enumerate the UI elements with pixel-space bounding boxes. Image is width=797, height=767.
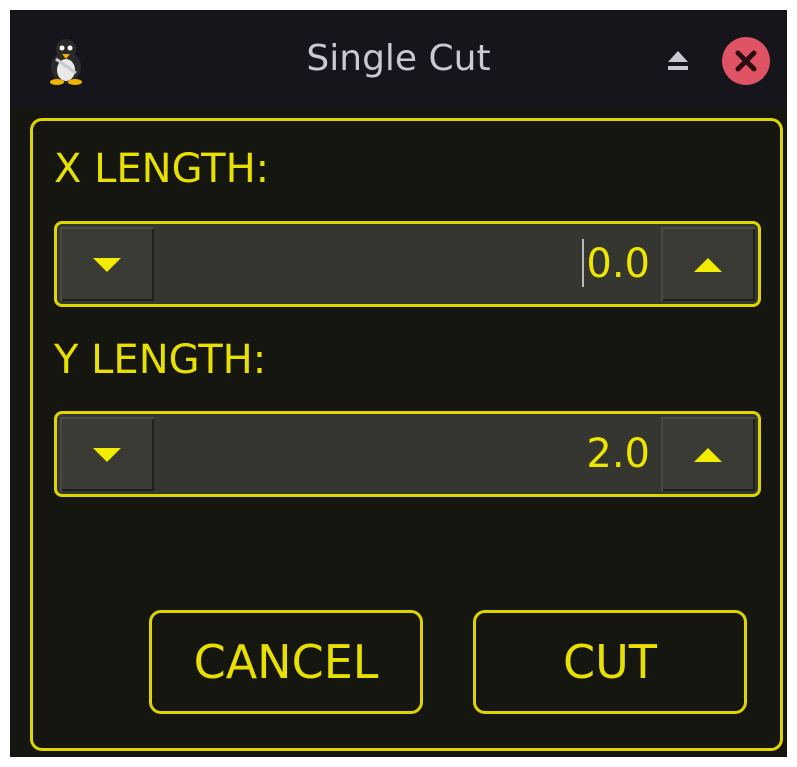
triangle-down-icon bbox=[93, 448, 121, 462]
y-length-increment-button[interactable] bbox=[661, 417, 755, 491]
y-length-input[interactable]: 2.0 bbox=[586, 414, 650, 494]
eject-icon[interactable] bbox=[666, 48, 690, 72]
x-length-decrement-button[interactable] bbox=[60, 227, 154, 301]
y-length-label: Y LENGTH: bbox=[54, 337, 267, 383]
triangle-up-icon bbox=[694, 258, 722, 272]
cancel-button[interactable]: CANCEL bbox=[149, 610, 423, 714]
x-length-input[interactable]: 0.0 bbox=[582, 224, 650, 304]
y-length-value: 2.0 bbox=[586, 431, 650, 477]
x-length-increment-button[interactable] bbox=[661, 227, 755, 301]
close-button[interactable] bbox=[722, 37, 770, 85]
x-length-value: 0.0 bbox=[586, 241, 650, 287]
y-length-spinbox[interactable]: 2.0 bbox=[54, 411, 761, 497]
text-cursor bbox=[582, 239, 585, 287]
triangle-down-icon bbox=[93, 258, 121, 272]
title-bar[interactable]: Single Cut bbox=[10, 10, 787, 108]
y-length-decrement-button[interactable] bbox=[60, 417, 154, 491]
cut-button[interactable]: CUT bbox=[473, 610, 747, 714]
x-length-label: X LENGTH: bbox=[54, 146, 270, 192]
single-cut-dialog: Single Cut X LENGTH: 0.0 Y LENGTH: 2.0 C… bbox=[10, 10, 787, 757]
x-length-spinbox[interactable]: 0.0 bbox=[54, 221, 761, 307]
triangle-up-icon bbox=[694, 448, 722, 462]
close-icon bbox=[735, 50, 757, 72]
